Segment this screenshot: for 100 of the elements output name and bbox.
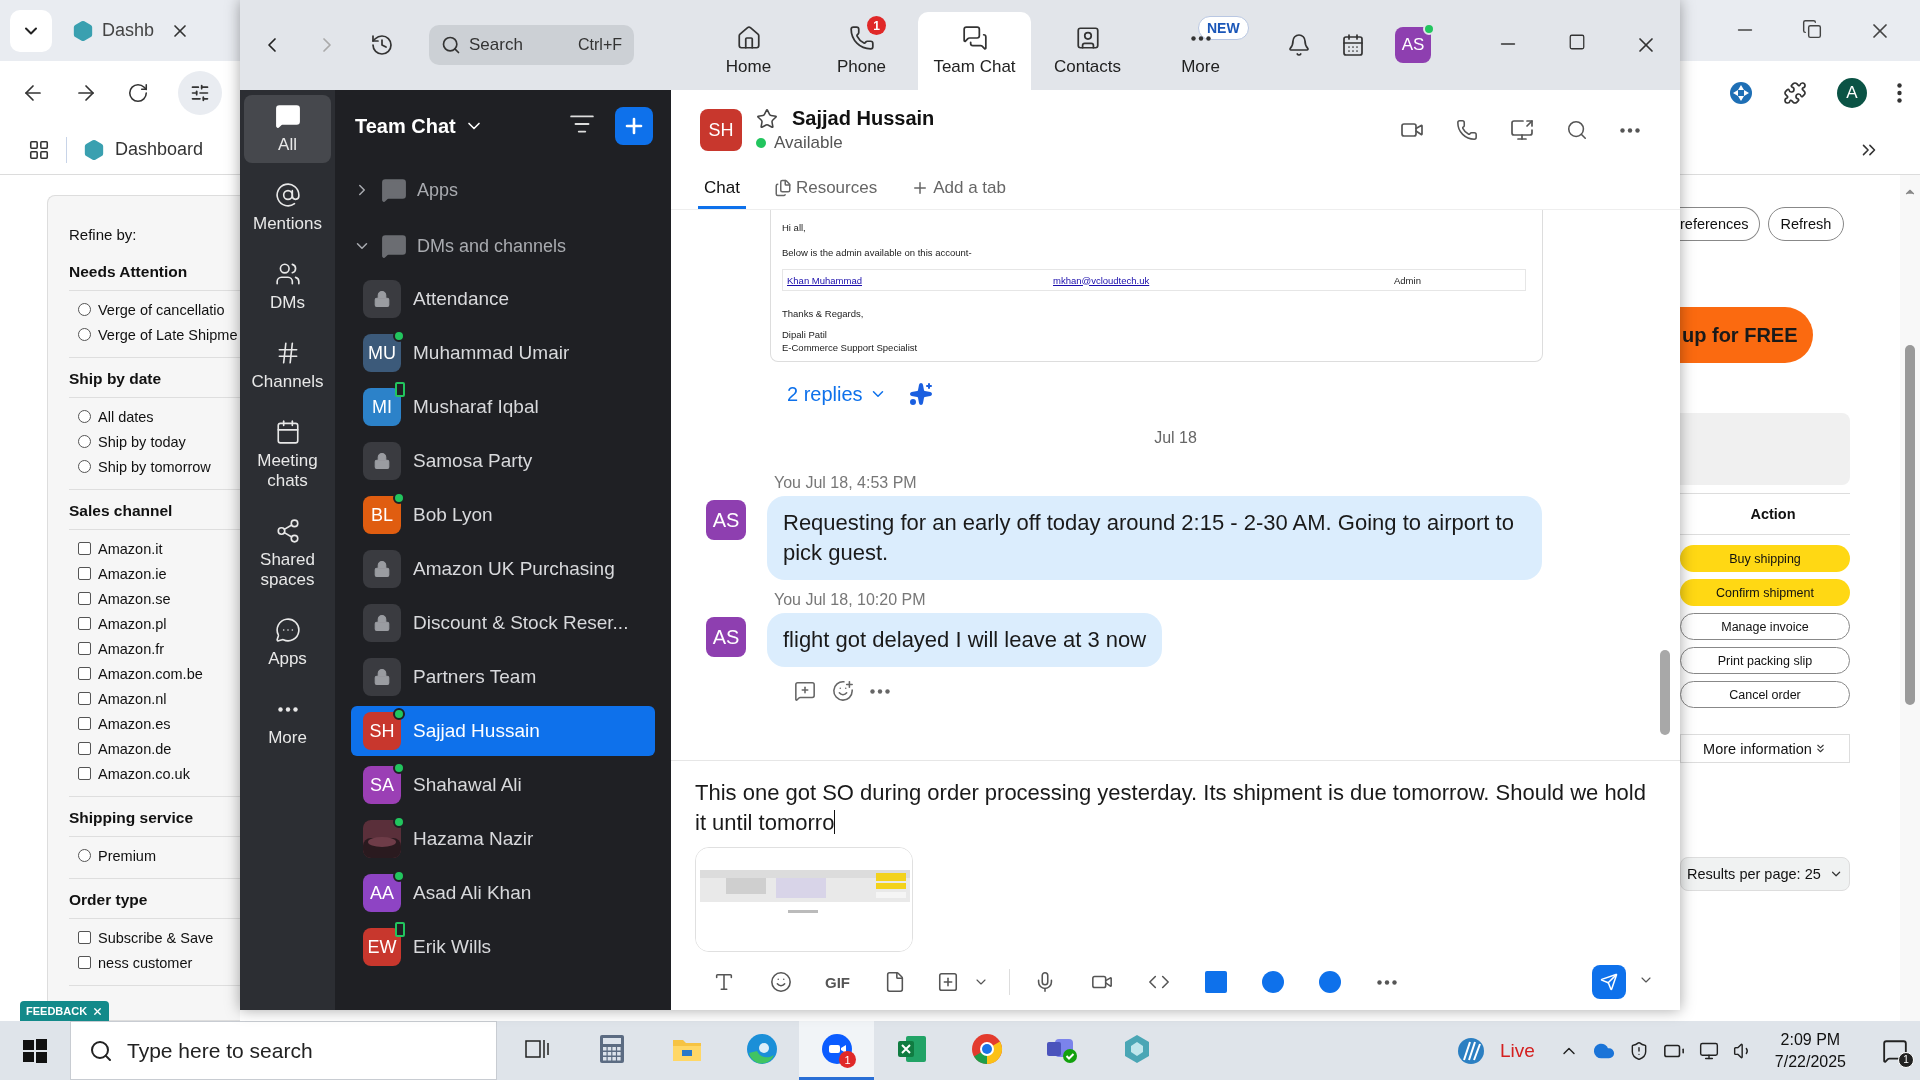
checkbox[interactable] — [78, 592, 91, 605]
checkbox[interactable] — [78, 767, 91, 780]
phone-icon[interactable] — [1456, 119, 1478, 141]
results-per-page-dropdown[interactable]: Results per page: 25 — [1680, 857, 1850, 891]
chat-list-item[interactable]: BL Bob Lyon — [351, 490, 655, 540]
calendar-icon[interactable] — [1341, 33, 1365, 57]
checkbox[interactable] — [78, 667, 91, 680]
spreadsheet-app-icon[interactable] — [896, 1034, 927, 1064]
task-view-icon[interactable] — [524, 1038, 549, 1060]
action-button[interactable]: Cancel order — [1680, 681, 1850, 708]
screenshot-icon[interactable] — [937, 971, 959, 993]
emoji-icon[interactable] — [769, 971, 792, 993]
refresh-button[interactable]: Refresh — [1767, 207, 1845, 241]
calculator-icon[interactable] — [598, 1034, 625, 1064]
app-icon[interactable] — [1204, 971, 1227, 993]
sparkle-icon[interactable] — [908, 382, 933, 406]
radio-button[interactable] — [78, 435, 91, 448]
site-info-button[interactable] — [178, 71, 222, 115]
checkbox[interactable] — [78, 542, 91, 555]
search-field[interactable]: Search Ctrl+F — [429, 25, 634, 65]
chat-list-item[interactable]: Samosa Party — [351, 436, 655, 486]
sliders-icon[interactable] — [190, 83, 210, 103]
radio-button[interactable] — [78, 328, 91, 341]
radio-button[interactable] — [78, 410, 91, 423]
chat-list-item[interactable]: MI Musharaf Iqbal — [351, 382, 655, 432]
apps-grid-icon[interactable] — [28, 138, 50, 161]
chat-list-item[interactable]: Amazon UK Purchasing — [351, 544, 655, 594]
chrome-icon[interactable] — [970, 1033, 1003, 1065]
nav-tab[interactable]: Team Chat — [918, 12, 1031, 90]
extension-icon[interactable] — [1729, 81, 1753, 105]
gif-button[interactable]: GIF — [825, 973, 850, 991]
preferences-button[interactable]: references — [1680, 207, 1760, 241]
more-icon[interactable] — [277, 706, 298, 712]
more-icon[interactable] — [1190, 35, 1211, 41]
page-scrollbar[interactable] — [1900, 175, 1920, 1021]
puzzle-icon[interactable] — [1783, 81, 1807, 105]
message-input[interactable]: This one got SO during order processing yesterday. Its shipment is due tomorrow. Should we hold it until tomorro — [695, 778, 1654, 838]
new-chat-button[interactable] — [615, 107, 653, 145]
chat-list-item[interactable]: SA Shahawal Ali — [351, 760, 655, 810]
checkbox[interactable] — [78, 742, 91, 755]
group-header[interactable]: DMs and channels — [335, 218, 671, 274]
checkbox[interactable] — [78, 931, 91, 944]
nav-tab[interactable]: Contacts — [1031, 12, 1144, 90]
sidebar-item[interactable]: Channels — [244, 332, 331, 400]
replies-link[interactable]: 2 replies — [787, 382, 887, 406]
sidebar-item[interactable]: Meeting chats — [244, 411, 331, 499]
checkbox[interactable] — [78, 642, 91, 655]
browser-swirl-icon[interactable] — [745, 1033, 778, 1065]
email-link[interactable]: Khan Muhammad — [787, 274, 862, 286]
action-button[interactable]: Manage invoice — [1680, 613, 1850, 640]
taskbar-app[interactable]: 1 — [799, 1021, 874, 1080]
checkbox[interactable] — [78, 692, 91, 705]
sidebar-item[interactable]: Apps — [244, 609, 331, 677]
action-button[interactable]: Buy shipping — [1680, 545, 1850, 572]
chat-tab[interactable]: Add a tab — [905, 170, 1012, 209]
share-screen-icon[interactable] — [1510, 118, 1534, 142]
group-header[interactable]: Apps — [335, 162, 671, 218]
chat-list-item[interactable]: Discount & Stock Reser... — [351, 598, 655, 648]
chat-tab[interactable]: Resources — [767, 170, 884, 209]
windows-start-icon[interactable] — [23, 1038, 47, 1063]
weather-status[interactable]: Live — [1499, 1039, 1535, 1062]
feedback-tab[interactable]: FEEDBACK — [20, 1001, 110, 1021]
nav-tab[interactable]: Home — [692, 12, 805, 90]
action-button[interactable]: Confirm shipment — [1680, 579, 1850, 606]
bookmark-link[interactable]: Dashboard — [83, 138, 204, 161]
signup-button[interactable]: up for FREE — [1680, 307, 1813, 363]
clock[interactable]: 2:09 PM 7/22/2025 — [1774, 1028, 1846, 1073]
checkbox[interactable] — [78, 956, 91, 969]
sidebar-item[interactable]: Shared spaces — [244, 510, 331, 598]
list-title[interactable]: Team Chat — [355, 114, 484, 138]
profile-avatar[interactable]: A — [1837, 78, 1867, 108]
history-icon[interactable] — [370, 33, 394, 57]
scrollbar-thumb[interactable] — [1905, 345, 1915, 705]
sidebar-item[interactable]: More — [244, 688, 331, 756]
chat-list-item[interactable]: Hazama Nazir — [351, 814, 655, 864]
checkbox[interactable] — [78, 567, 91, 580]
more-icon[interactable] — [1376, 979, 1397, 985]
radio-button[interactable] — [78, 303, 91, 316]
radio-button[interactable] — [78, 460, 91, 473]
chat-tab[interactable]: Chat — [698, 170, 746, 209]
bell-icon[interactable] — [1287, 33, 1311, 57]
chat-list-item[interactable]: MU Muhammad Umair — [351, 328, 655, 378]
sidebar-item[interactable]: Mentions — [244, 174, 331, 242]
app-icon[interactable] — [1318, 971, 1341, 993]
reload-icon[interactable] — [127, 82, 149, 104]
weather-icon[interactable] — [1455, 1035, 1486, 1066]
scrollbar-thumb[interactable] — [1660, 650, 1670, 735]
maximize-icon[interactable] — [1567, 33, 1586, 51]
chat-list-item[interactable]: SH Sajjad Hussain — [351, 706, 655, 756]
chat-list-item[interactable]: EW Erik Wills — [351, 922, 655, 972]
checkbox[interactable] — [78, 617, 91, 630]
chat-list-item[interactable]: Partners Team — [351, 652, 655, 702]
action-button[interactable]: Print packing slip — [1680, 647, 1850, 674]
menu-icon[interactable] — [1897, 83, 1902, 103]
star-icon[interactable] — [756, 107, 778, 130]
search-icon[interactable] — [1566, 119, 1588, 141]
chat-list-item[interactable]: AA Asad Ali Khan — [351, 868, 655, 918]
chat-list-item[interactable]: Attendance — [351, 274, 655, 324]
more-icon[interactable] — [1620, 127, 1640, 133]
taskbar-search-field[interactable]: Type here to search — [70, 1021, 497, 1080]
